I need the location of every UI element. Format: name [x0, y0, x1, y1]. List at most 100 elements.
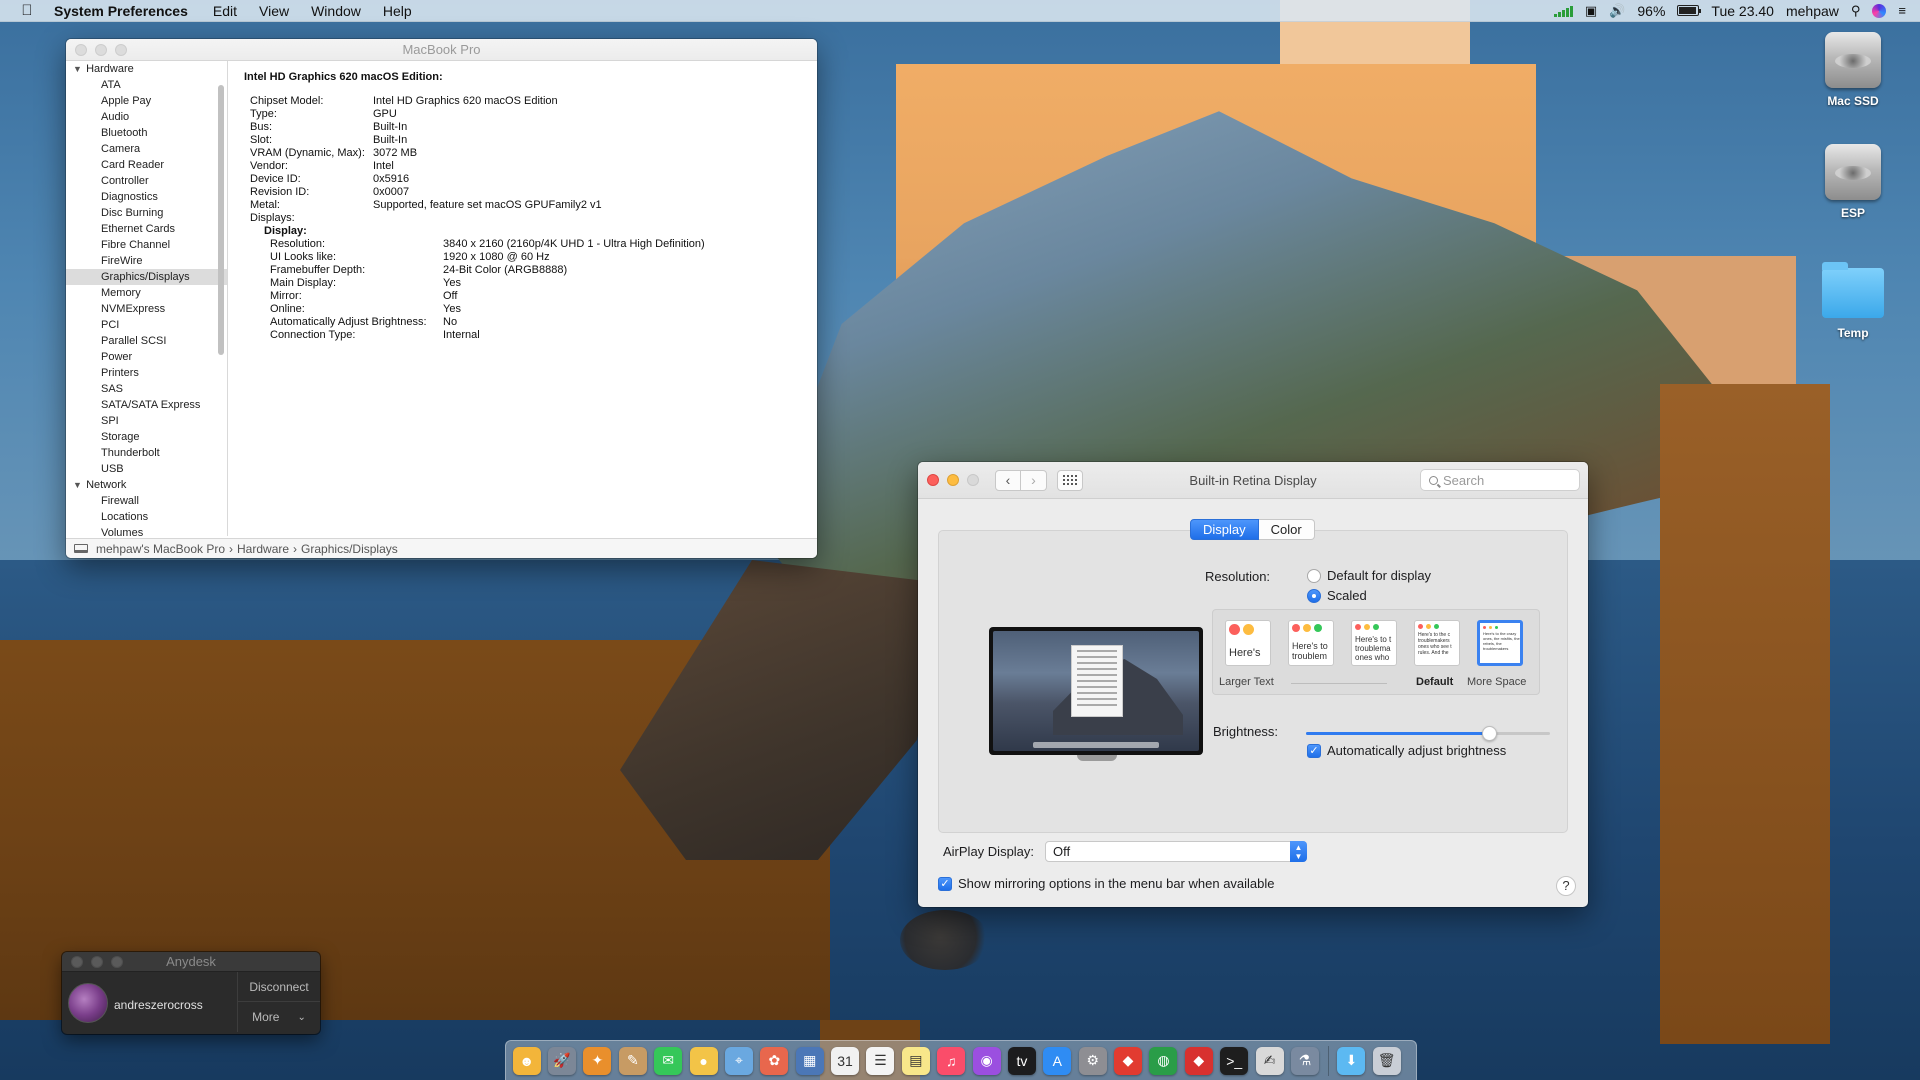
automator-icon[interactable]: ⚗ — [1288, 1044, 1322, 1078]
radio-button[interactable] — [1307, 588, 1321, 603]
checkbox-checked[interactable]: ✓ — [1307, 743, 1321, 758]
desktop-icon-temp[interactable]: Temp — [1808, 262, 1898, 340]
battery-icon[interactable] — [1677, 5, 1702, 16]
activity-monitor-icon[interactable]: ▣ — [1585, 3, 1597, 19]
search-field[interactable]: Search — [1420, 469, 1580, 491]
disconnect-button[interactable]: Disconnect — [237, 972, 320, 1002]
radio-button[interactable] — [1307, 568, 1321, 583]
menu-help[interactable]: Help — [372, 3, 423, 19]
sidebar-item[interactable]: Ethernet Cards — [66, 221, 227, 237]
calendar-icon[interactable]: 31 — [828, 1044, 862, 1078]
terminal-icon[interactable]: >_ — [1217, 1044, 1251, 1078]
help-button[interactable]: ? — [1556, 876, 1576, 896]
spotlight-icon[interactable]: ⚲ — [1851, 3, 1861, 19]
system-preferences-icon[interactable]: ⚙ — [1076, 1044, 1110, 1078]
path-item[interactable]: mehpaw's MacBook Pro — [96, 542, 225, 556]
anydesk-alt-icon[interactable]: ◆ — [1182, 1044, 1216, 1078]
sidebar-scrollbar[interactable] — [218, 85, 224, 355]
safari-icon[interactable]: ✦ — [580, 1044, 614, 1078]
sidebar-item[interactable]: Printers — [66, 365, 227, 381]
music-icon[interactable]: ♫ — [934, 1044, 968, 1078]
sidebar-item[interactable]: SPI — [66, 413, 227, 429]
tree-group-network[interactable]: ▼ Network — [66, 477, 227, 493]
sidebar-item[interactable]: NVMExpress — [66, 301, 227, 317]
resolution-scaled-option[interactable]: Scaled — [1307, 588, 1367, 603]
chevron-updown-icon[interactable]: ▲ ▼ — [1290, 841, 1307, 862]
menu-window[interactable]: Window — [300, 3, 372, 19]
slider-knob[interactable] — [1482, 726, 1497, 741]
sidebar-item[interactable]: Firewall — [66, 493, 227, 509]
sidebar-item[interactable]: USB — [66, 461, 227, 477]
volume-icon[interactable]: 🔊 — [1609, 3, 1625, 19]
close-button[interactable] — [71, 955, 83, 968]
sidebar-item[interactable]: Memory — [66, 285, 227, 301]
sidebar-item[interactable]: Camera — [66, 141, 227, 157]
menu-view[interactable]: View — [248, 3, 300, 19]
signal-icon[interactable] — [1553, 5, 1573, 17]
zoom-button[interactable] — [115, 43, 127, 56]
desktop-icon-mac-ssd[interactable]: Mac SSD — [1808, 32, 1898, 108]
airplay-select[interactable]: Off ▲ ▼ — [1045, 841, 1307, 862]
maps-icon[interactable]: ⌖ — [722, 1044, 756, 1078]
menu-edit[interactable]: Edit — [202, 3, 248, 19]
podcasts-icon[interactable]: ◉ — [970, 1044, 1004, 1078]
tab-color[interactable]: Color — [1258, 519, 1315, 540]
scale-option-5[interactable]: Here's to the crazy ones, the misfits, t… — [1477, 620, 1523, 666]
minimize-button[interactable] — [947, 474, 959, 486]
messages-alt-icon[interactable]: ● — [687, 1044, 721, 1078]
sidebar-item[interactable]: Card Reader — [66, 157, 227, 173]
messages-icon[interactable]: ✉ — [651, 1044, 685, 1078]
sidebar-item[interactable]: Power — [66, 349, 227, 365]
sidebar-item[interactable]: SATA/SATA Express — [66, 397, 227, 413]
sidebar-item[interactable]: Apple Pay — [66, 93, 227, 109]
sidebar-item[interactable]: Thunderbolt — [66, 445, 227, 461]
sidebar-item[interactable]: Controller — [66, 173, 227, 189]
tab-display[interactable]: Display — [1190, 519, 1259, 540]
minimize-button[interactable] — [91, 955, 103, 968]
finder-icon[interactable]: ☻ — [510, 1044, 544, 1078]
sidebar-item[interactable]: Audio — [66, 109, 227, 125]
reminders-icon[interactable]: ☰ — [863, 1044, 897, 1078]
window-toolbar[interactable]: ‹ › Built-in Retina Display Search — [918, 462, 1588, 499]
apple-icon[interactable]:  — [0, 2, 54, 19]
minimize-button[interactable] — [95, 43, 107, 56]
forward-button[interactable]: › — [1021, 469, 1047, 491]
sidebar-item[interactable]: Parallel SCSI — [66, 333, 227, 349]
auto-brightness-option[interactable]: ✓ Automatically adjust brightness — [1307, 743, 1506, 758]
scale-option-4[interactable]: Here's to the c troublemakers ones who s… — [1414, 620, 1460, 666]
scale-option-3[interactable]: Here's to t troublema ones who — [1351, 620, 1397, 666]
path-item[interactable]: Hardware — [237, 542, 289, 556]
disclosure-triangle-icon[interactable]: ▼ — [73, 477, 83, 493]
sidebar-item[interactable]: Fibre Channel — [66, 237, 227, 253]
sidebar-item[interactable]: SAS — [66, 381, 227, 397]
desktop-icon-esp[interactable]: ESP — [1808, 144, 1898, 220]
sidebar-item[interactable]: Diagnostics — [66, 189, 227, 205]
sidebar-item[interactable]: FireWire — [66, 253, 227, 269]
tree-group-hardware[interactable]: ▼ Hardware — [66, 61, 227, 77]
script-editor-icon[interactable]: ✍ — [1253, 1044, 1287, 1078]
launchpad-icon[interactable]: 🚀 — [545, 1044, 579, 1078]
sidebar-item[interactable]: ATA — [66, 77, 227, 93]
disclosure-triangle-icon[interactable]: ▼ — [73, 61, 83, 77]
notes-board-icon[interactable]: ▦ — [793, 1044, 827, 1078]
trash-icon[interactable]: 🗑 — [1370, 1044, 1404, 1078]
app-store-icon[interactable]: A — [1040, 1044, 1074, 1078]
sidebar-item[interactable]: Bluetooth — [66, 125, 227, 141]
sidebar-item[interactable]: Disc Burning — [66, 205, 227, 221]
back-button[interactable]: ‹ — [995, 469, 1021, 491]
zoom-button[interactable] — [111, 955, 123, 968]
sidebar-item[interactable]: Storage — [66, 429, 227, 445]
menu-clock[interactable]: Tue 23.40 — [1711, 3, 1774, 19]
brightness-slider[interactable] — [1306, 726, 1550, 741]
show-all-button[interactable] — [1057, 469, 1083, 491]
photos-icon[interactable]: ✿ — [757, 1044, 791, 1078]
window-titlebar[interactable]: MacBook Pro — [66, 39, 817, 61]
anydesk-icon[interactable]: ◆ — [1111, 1044, 1145, 1078]
siri-icon[interactable] — [1872, 3, 1887, 18]
more-button[interactable]: More ⌄ — [237, 1002, 320, 1032]
notification-center-icon[interactable]: ≡ — [1898, 3, 1906, 18]
browser-globe-icon[interactable]: ◍ — [1146, 1044, 1180, 1078]
resolution-default-option[interactable]: Default for display — [1307, 568, 1431, 583]
battery-percentage[interactable]: 96% — [1637, 3, 1665, 19]
scale-option-1[interactable]: Here's — [1225, 620, 1271, 666]
